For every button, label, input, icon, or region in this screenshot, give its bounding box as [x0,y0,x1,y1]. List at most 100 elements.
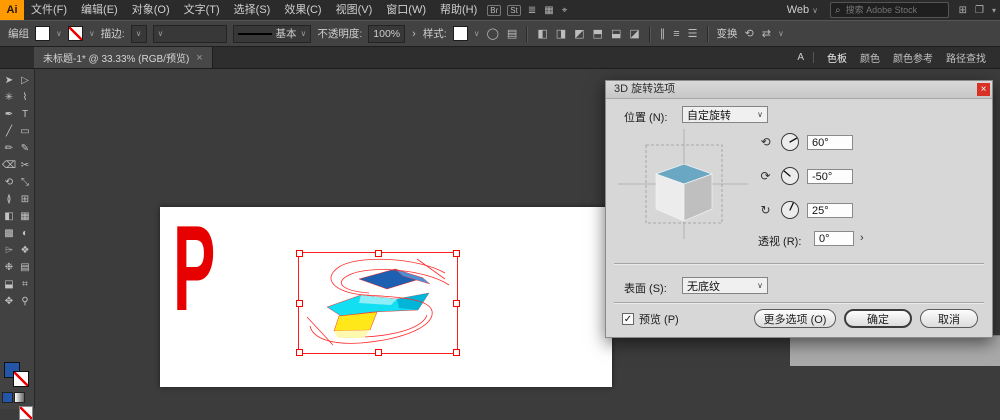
rotate-z-value[interactable]: 25° [807,202,853,218]
surface-dropdown[interactable]: 无底纹 ∨ [682,277,768,294]
menu-help[interactable]: 帮助(H) [433,0,484,20]
fill-swatch[interactable] [35,26,50,41]
grid-icon[interactable]: ▦ [544,5,553,16]
document-setup-icon[interactable]: ▤ [506,27,518,40]
distribute-vertical-icon[interactable]: ☰ [687,27,699,40]
distribute-center-icon[interactable]: ≡ [672,28,680,40]
menu-edit[interactable]: 编辑(E) [74,0,125,20]
tool-free-transform[interactable]: ⊞ [17,191,33,208]
tool-shape-builder[interactable]: ◧ [1,208,17,225]
rotate-x-value[interactable]: 60° [807,134,853,150]
selection-handle[interactable] [296,349,303,356]
transform-rotate-icon[interactable]: ⟲ [744,27,755,40]
apps-icon[interactable]: ⊞ [959,5,967,16]
tab-pathfinder[interactable]: 路径查找 [946,50,986,65]
tool-pencil[interactable]: ✎ [17,140,33,157]
selection-handle[interactable] [453,349,460,356]
position-dropdown[interactable]: 自定旋转 ∨ [682,106,768,123]
tool-scissors[interactable]: ✂ [17,157,33,174]
rotate-y-dial[interactable] [779,165,801,187]
selection-handle[interactable] [453,250,460,257]
rotation-cube-widget[interactable] [618,129,748,239]
style-caret-icon[interactable]: ∨ [474,29,480,38]
tool-column-graph[interactable]: ▤ [17,259,33,276]
artboard[interactable]: P [160,207,612,387]
tool-lasso[interactable]: ⌇ [17,89,33,106]
transform-caret-icon[interactable]: ∨ [778,29,784,38]
artwork-letter-p[interactable]: P [173,207,215,329]
more-chevron-icon[interactable]: ▾ [992,6,996,15]
opacity-chevron-icon[interactable]: › [411,28,417,40]
tool-artboard[interactable]: ⬓ [1,276,17,293]
preview-checkbox[interactable]: ✓ [622,313,634,325]
selection-bounding-box[interactable] [296,250,460,356]
dialog-close-button[interactable]: × [977,83,990,96]
gradient-mode-icon[interactable] [14,392,25,403]
selection-handle[interactable] [296,250,303,257]
tab-color[interactable]: 颜色 [860,50,880,65]
tool-hand[interactable]: ✥ [1,293,17,310]
color-mode-icon[interactable] [2,392,13,403]
rotate-x-dial[interactable] [779,131,801,153]
tool-direct-selection[interactable]: ▷ [17,72,33,89]
tool-zoom[interactable]: ⚲ [17,293,33,310]
search-input[interactable] [843,4,944,16]
stock-search[interactable]: ⌕ [830,2,949,18]
rotate-z-dial[interactable] [779,199,801,221]
menu-type[interactable]: 文字(T) [177,0,227,20]
tool-paintbrush[interactable]: ✏ [1,140,17,157]
ok-button[interactable]: 确定 [844,309,912,328]
workspace-switcher[interactable]: Web ∨ [781,4,824,16]
selection-handle[interactable] [296,300,303,307]
align-top-icon[interactable]: ⬒ [592,27,604,40]
more-options-button[interactable]: 更多选项 (O) [754,309,836,328]
distribute-horizontal-icon[interactable]: ∥ [659,27,667,40]
perspective-chevron-icon[interactable]: › [860,232,864,244]
windows-icon[interactable]: ❐ [975,5,984,16]
menu-view[interactable]: 视图(V) [329,0,380,20]
selection-handle[interactable] [375,250,382,257]
transform-flip-icon[interactable]: ⇄ [761,27,772,40]
menu-effect[interactable]: 效果(C) [277,0,328,20]
tool-mesh[interactable]: ▩ [1,225,17,242]
rotate-y-value[interactable]: -50° [807,168,853,184]
menu-file[interactable]: 文件(F) [24,0,74,20]
selection-handle[interactable] [375,349,382,356]
tool-selection[interactable]: ➤ [1,72,17,89]
tool-scale[interactable]: ⤡ [17,174,33,191]
stroke-swatch[interactable] [67,26,83,41]
tool-line-segment[interactable]: ╱ [1,123,17,140]
menu-window[interactable]: 窗口(W) [379,0,433,20]
tool-rotate[interactable]: ⟲ [1,174,17,191]
arrange-documents-icon[interactable]: ≣ [528,5,536,16]
menu-select[interactable]: 选择(S) [227,0,278,20]
tab-close-icon[interactable]: × [196,52,202,64]
opacity-field[interactable]: 100% [368,24,406,43]
dialog-title[interactable]: 3D 旋转选项 [606,81,992,99]
align-left-icon[interactable]: ◧ [536,27,548,40]
menu-object[interactable]: 对象(O) [125,0,177,20]
cancel-button[interactable]: 取消 [920,309,978,328]
tool-gradient[interactable]: ◐ [17,225,33,242]
s-logo-artwork[interactable] [299,253,457,353]
none-mode-icon[interactable] [19,406,33,420]
tool-eyedropper[interactable]: ⌲ [1,242,17,259]
fill-caret-icon[interactable]: ∨ [56,29,62,38]
tool-eraser[interactable]: ⌫ [1,157,17,174]
stroke-caret-icon[interactable]: ∨ [89,29,95,38]
align-right-icon[interactable]: ◩ [573,27,585,40]
tool-width[interactable]: ≬ [1,191,17,208]
selection-handle[interactable] [453,300,460,307]
tool-type[interactable]: T [17,106,33,123]
align-bottom-icon[interactable]: ◪ [628,27,640,40]
launch-icon[interactable]: ⌖ [562,5,568,16]
collapsed-panel-icon[interactable]: A [797,52,814,63]
style-swatch[interactable] [452,26,468,41]
recolor-artwork-icon[interactable]: ◯ [486,27,500,40]
perspective-value[interactable]: 0° [814,231,854,246]
bridge-badge-icon[interactable]: Br [487,4,502,16]
align-middle-icon[interactable]: ⬓ [610,27,622,40]
tool-slice[interactable]: ⌗ [17,276,33,293]
transform-label[interactable]: 变换 [717,26,738,41]
width-profile-dropdown[interactable]: ∨ [152,24,227,43]
